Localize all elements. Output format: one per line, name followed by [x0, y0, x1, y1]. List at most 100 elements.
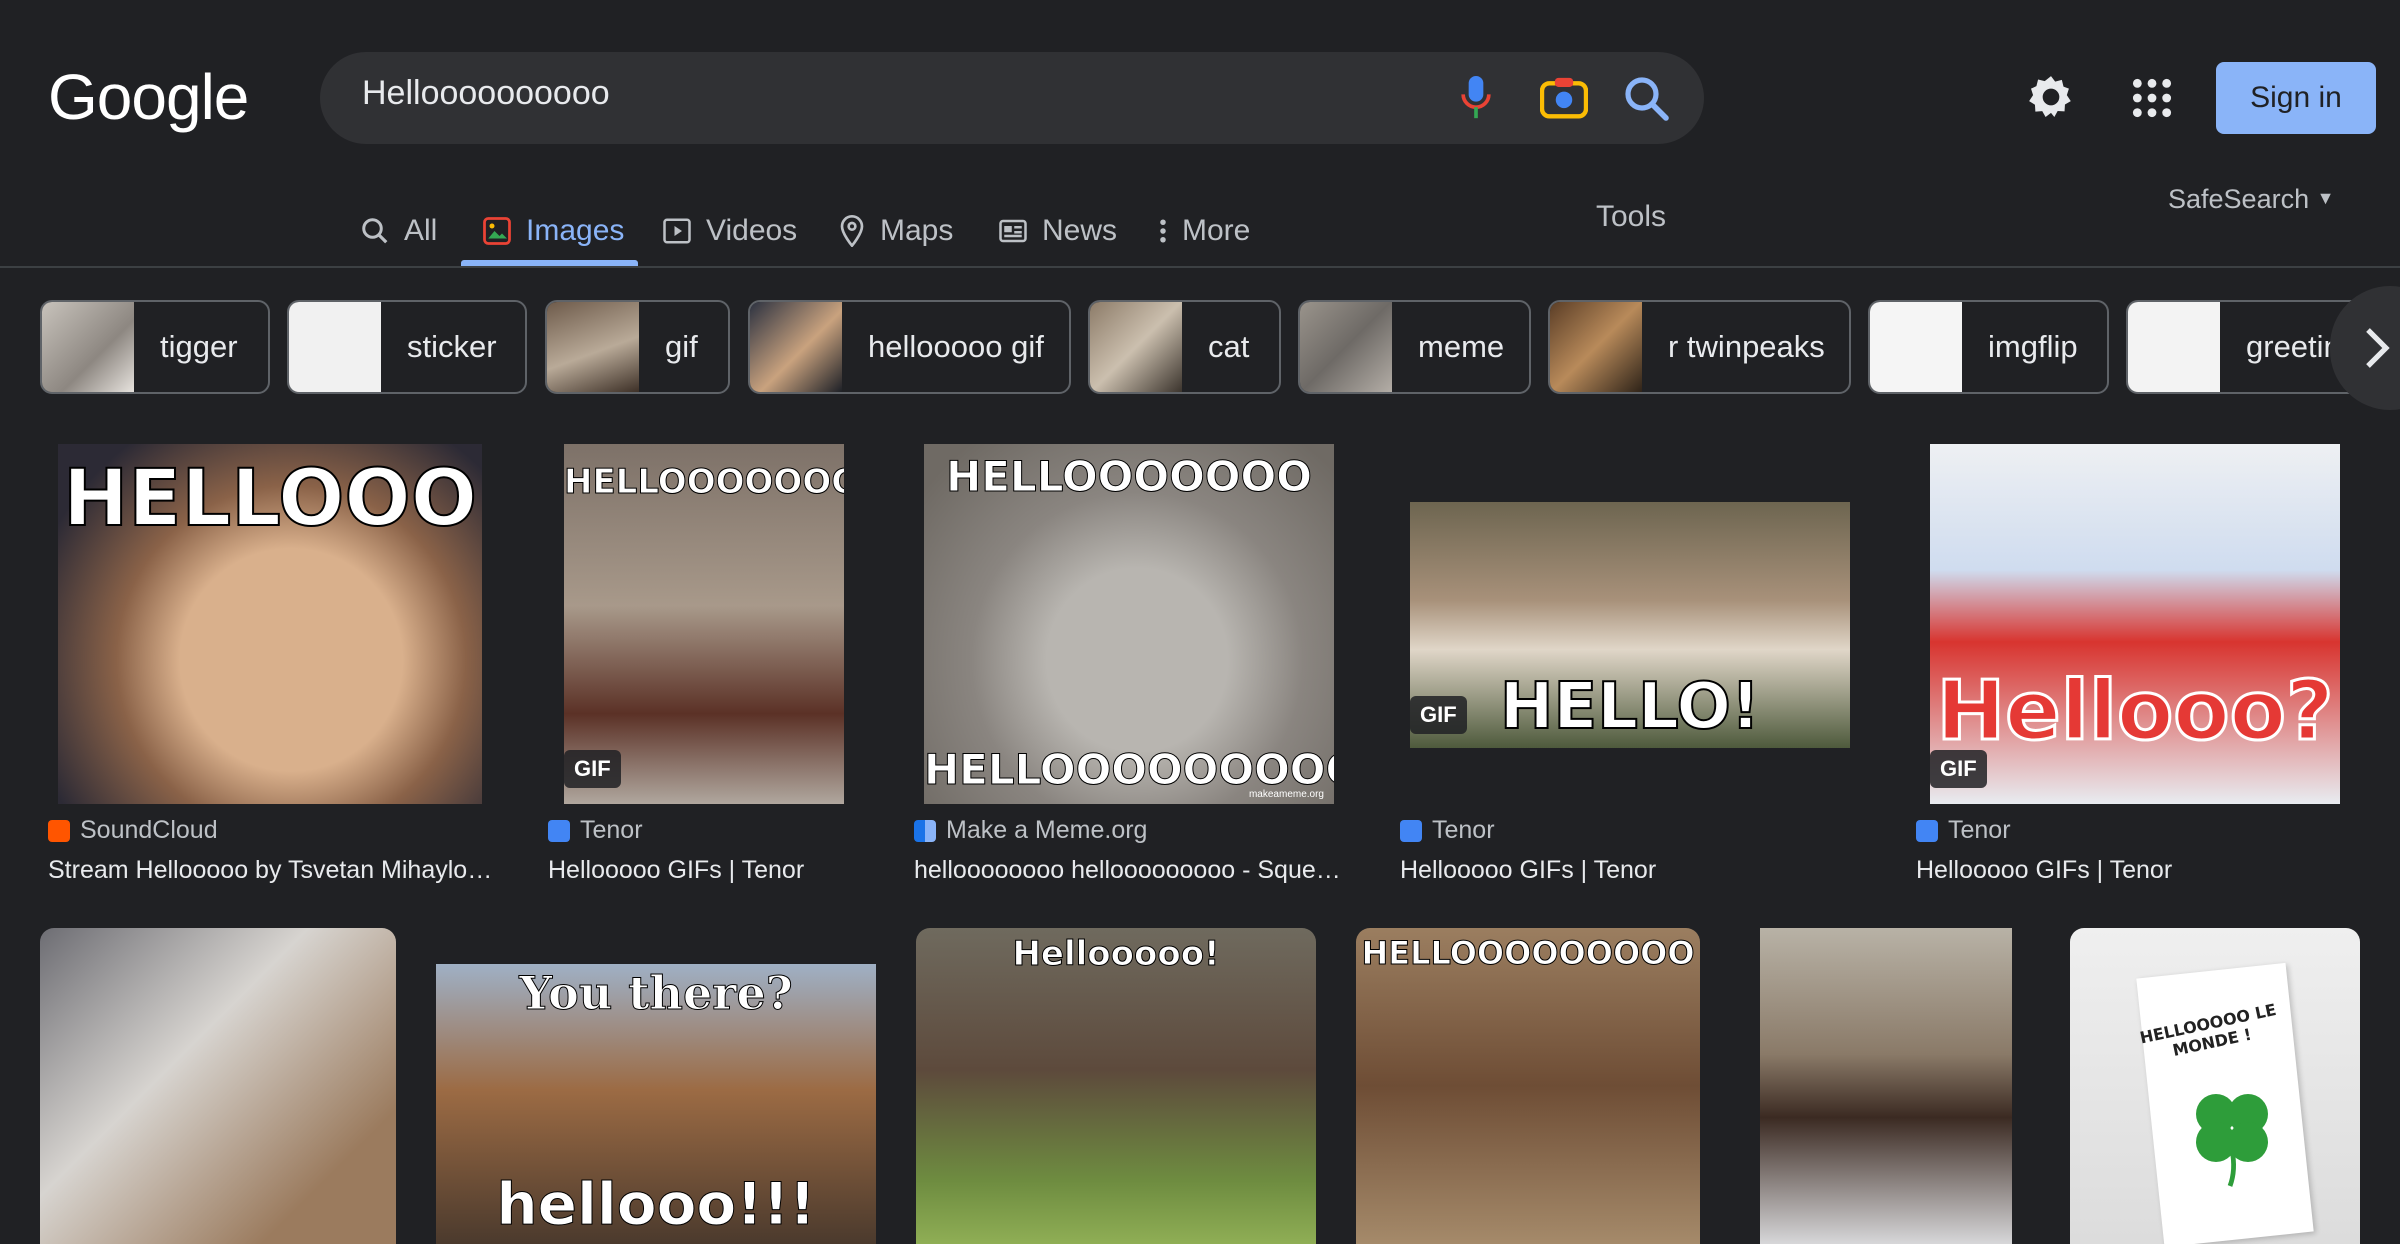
tools-button[interactable]: Tools [1596, 200, 1666, 234]
tenor-icon [548, 819, 570, 842]
result-image[interactable] [1760, 928, 2012, 1244]
result-title[interactable]: Hellooooo GIFs | Tenor [1400, 856, 1820, 885]
dropdown-arrow-icon: ▼ [2316, 188, 2335, 208]
result-image[interactable]: HELLOOOOOOOO! GIF [564, 444, 844, 804]
image-caption-top: You there? [519, 966, 793, 1021]
tab-images[interactable]: Images [482, 196, 624, 266]
result-image[interactable]: You there? hellooo!!! [436, 964, 876, 1244]
chip-thumbnail [1090, 302, 1182, 392]
result-source-name: SoundCloud [80, 816, 218, 844]
chip-label: r twinpeaks [1668, 329, 1825, 364]
tab-label: Images [526, 214, 625, 247]
tab-label: All [404, 214, 438, 247]
result-title[interactable]: Stream Hellooooo by Tsvetan Mihaylov… [48, 856, 498, 885]
soundcloud-icon [48, 819, 70, 842]
chevron-right-icon [2366, 328, 2390, 368]
result-source-name: Tenor [580, 816, 643, 844]
chip-meme[interactable]: meme [1298, 300, 1531, 394]
search-input[interactable]: Helloooooooooo [362, 74, 610, 113]
chip-thumbnail [1300, 302, 1392, 392]
result-image[interactable]: HELLOOOOOOOOO [1356, 928, 1700, 1244]
chip-imgflip[interactable]: imgflip [1868, 300, 2109, 394]
tab-news[interactable]: News [998, 196, 1117, 266]
result-image[interactable]: HELLOOOOO LE MONDE ! [2070, 928, 2360, 1244]
chip-label: sticker [407, 329, 497, 364]
gif-badge: GIF [564, 750, 621, 788]
apps-grid-icon[interactable] [2130, 76, 2174, 120]
chip-sticker[interactable]: sticker [287, 300, 527, 394]
chip-gif[interactable]: gif [545, 300, 730, 394]
tab-more[interactable]: More [1158, 196, 1250, 266]
tenor-icon [1400, 819, 1422, 842]
image-watermark: makeameme.org [1248, 789, 1324, 800]
image-caption-text: HELLO! [1499, 669, 1761, 745]
tab-label: More [1182, 214, 1251, 247]
result-image[interactable]: Hellooooo! [916, 928, 1316, 1244]
camera-lens-icon[interactable] [1539, 76, 1589, 120]
safesearch-dropdown[interactable]: SafeSearch ▼ [2168, 184, 2334, 215]
chip-thumbnail [1870, 302, 1962, 392]
chip-label: imgflip [1988, 329, 2078, 364]
result-title[interactable]: helloooooooo hellooooooooo - Squeami… [914, 856, 1344, 885]
tab-label: Videos [706, 214, 798, 247]
image-caption-bottom: hellooo!!! [496, 1170, 816, 1239]
tab-maps[interactable]: Maps [838, 196, 953, 266]
tenor-icon [1916, 819, 1938, 842]
chip-thumbnail [547, 302, 639, 392]
result-source[interactable]: SoundCloud [48, 816, 218, 845]
result-source-name: Make a Meme.org [946, 816, 1148, 844]
image-caption-text: Hellooo? [1935, 663, 2335, 761]
result-image[interactable]: HELLOOO [58, 444, 482, 804]
image-caption-bottom: HELLOOOOOOOOO [924, 745, 1334, 795]
image-caption-text: HELLOOOOOOOO! [564, 462, 844, 503]
map-pin-icon [838, 215, 866, 247]
chip-hellooooo-gif[interactable]: hellooooo gif [748, 300, 1071, 394]
clover-icon [2182, 1078, 2282, 1193]
result-image[interactable]: HELLOOOOOOO HELLOOOOOOOOO makeameme.org [924, 444, 1334, 804]
google-logo[interactable]: Google [48, 60, 249, 134]
result-source[interactable]: Make a Meme.org [914, 816, 1147, 845]
makeameme-icon [914, 819, 936, 842]
kebab-icon [1158, 216, 1168, 246]
tab-label: Maps [880, 214, 954, 247]
result-title[interactable]: Hellooooo GIFs | Tenor [548, 856, 968, 885]
result-source[interactable]: Tenor [1916, 816, 2011, 845]
gif-badge: GIF [1930, 750, 1987, 788]
image-caption-text: HELLOOO [62, 453, 478, 545]
chip-thumbnail [1550, 302, 1642, 392]
tab-label: News [1042, 214, 1118, 247]
play-icon [662, 216, 692, 246]
chip-label: tigger [160, 329, 238, 364]
chip-thumbnail [750, 302, 842, 392]
chip-r-twinpeaks[interactable]: r twinpeaks [1548, 300, 1851, 394]
chip-label: gif [665, 329, 698, 364]
result-source-name: Tenor [1432, 816, 1495, 844]
search-icon[interactable] [1622, 74, 1670, 122]
search-icon [360, 216, 390, 246]
chip-cat[interactable]: cat [1088, 300, 1281, 394]
chip-label: meme [1418, 329, 1505, 364]
result-image[interactable] [40, 928, 396, 1244]
result-source[interactable]: Tenor [1400, 816, 1495, 845]
image-icon [482, 216, 512, 246]
result-source-name: Tenor [1948, 816, 2011, 844]
news-icon [998, 216, 1028, 246]
gif-badge: GIF [1410, 696, 1467, 734]
chip-label: hellooooo gif [868, 329, 1044, 364]
chip-label: cat [1208, 329, 1250, 364]
result-source[interactable]: Tenor [548, 816, 643, 845]
sign-in-button[interactable]: Sign in [2216, 62, 2376, 134]
image-caption-top: HELLOOOOOOO [946, 452, 1313, 502]
result-title[interactable]: Hellooooo GIFs | Tenor [1916, 856, 2336, 885]
header-divider [0, 266, 2400, 268]
microphone-icon[interactable] [1454, 74, 1498, 122]
chip-tigger[interactable]: tigger [40, 300, 270, 394]
safesearch-label: SafeSearch [2168, 184, 2310, 214]
result-image[interactable]: HELLO! GIF [1410, 502, 1850, 748]
chip-thumbnail [2128, 302, 2220, 392]
tab-videos[interactable]: Videos [662, 196, 797, 266]
tab-all[interactable]: All [360, 196, 437, 266]
result-image[interactable]: Hellooo? GIF [1930, 444, 2340, 804]
image-caption-text: Hellooooo! [1012, 934, 1220, 975]
gear-icon[interactable] [2026, 72, 2076, 122]
